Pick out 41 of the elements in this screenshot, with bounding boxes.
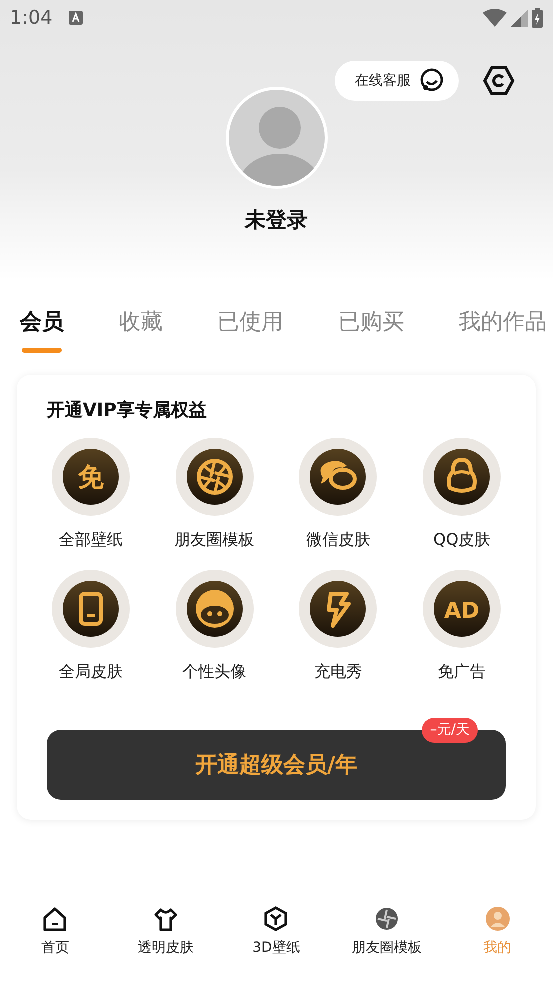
nav-item[interactable]: 透明皮肤 xyxy=(110,898,222,983)
customer-service-button[interactable]: 在线客服 xyxy=(335,61,459,101)
price-badge: –元/天 xyxy=(422,718,478,743)
battery-icon xyxy=(532,8,543,28)
benefit-item[interactable]: 免 全部壁纸 xyxy=(29,438,153,552)
benefit-icon xyxy=(176,438,254,516)
tab[interactable]: 收藏 xyxy=(118,306,163,353)
benefit-icon: AD xyxy=(423,570,502,648)
benefit-item[interactable]: AD 免广告 xyxy=(400,570,524,684)
benefit-item[interactable]: 微信皮肤 xyxy=(276,438,400,552)
benefit-item[interactable]: QQ皮肤 xyxy=(400,438,524,552)
signal-icon xyxy=(511,10,528,26)
tab[interactable]: 我的作品 xyxy=(459,306,547,353)
home-icon xyxy=(42,906,68,932)
benefit-icon xyxy=(176,570,254,648)
settings-icon[interactable] xyxy=(483,66,515,96)
benefit-item[interactable]: 个性头像 xyxy=(152,570,276,684)
benefit-icon xyxy=(299,570,378,648)
benefit-item[interactable]: 全局皮肤 xyxy=(29,570,153,684)
status-time: 1:04 xyxy=(10,6,53,31)
shirt-icon xyxy=(152,906,179,932)
headset-icon xyxy=(419,68,445,94)
tab[interactable]: 已购买 xyxy=(338,306,404,353)
benefit-item[interactable]: 充电秀 xyxy=(276,570,400,684)
avatar-icon xyxy=(484,906,511,932)
tab[interactable]: 已使用 xyxy=(218,306,284,353)
benefit-icon xyxy=(299,438,378,516)
benefit-icon: 免 xyxy=(52,438,130,516)
nav-item[interactable]: 首页 xyxy=(0,898,111,983)
nav-item[interactable]: 朋友圈模板 xyxy=(332,898,442,983)
wifi-icon xyxy=(483,9,507,27)
aperture-icon xyxy=(374,906,400,932)
benefit-item[interactable]: 朋友圈模板 xyxy=(152,438,276,552)
cube-icon xyxy=(263,906,290,932)
benefit-icon xyxy=(423,438,502,516)
keyboard-icon xyxy=(68,11,83,25)
benefit-icon xyxy=(52,570,130,648)
username[interactable]: 未登录 xyxy=(245,205,308,236)
nav-item[interactable]: 3D壁纸 xyxy=(221,898,332,983)
card-title: 开通VIP享专属权益 xyxy=(47,399,208,423)
tab[interactable]: 会员 xyxy=(20,306,64,353)
